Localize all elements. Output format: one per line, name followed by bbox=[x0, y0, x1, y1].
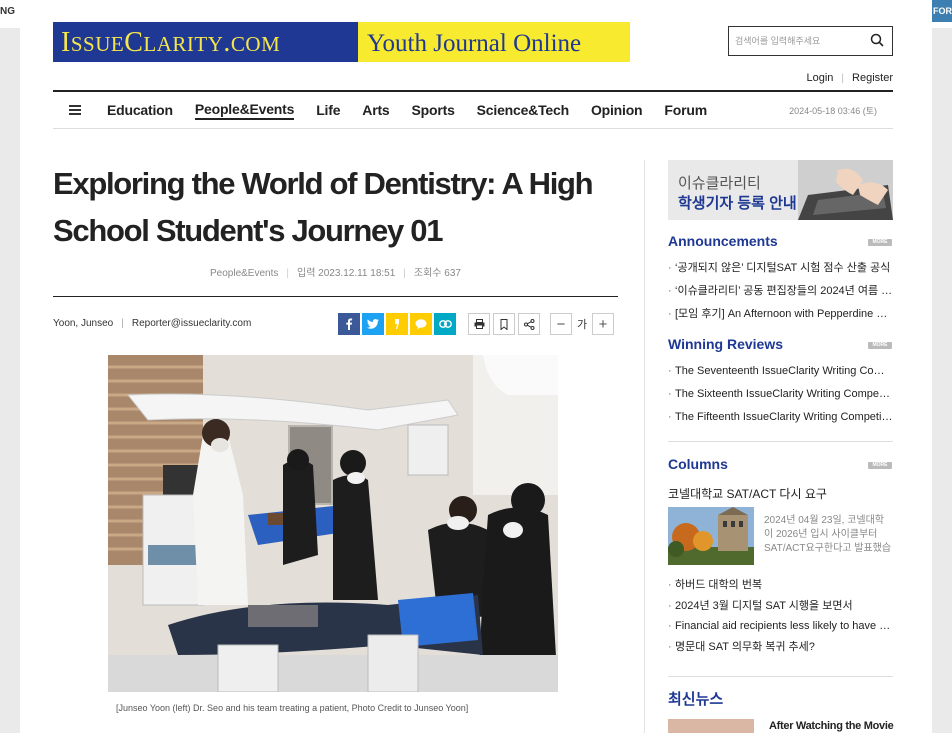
list-item[interactable]: The Fifteenth IssueClarity Writing Compe… bbox=[668, 406, 893, 429]
share-buttons bbox=[338, 313, 458, 335]
article-views: 조회수 637 bbox=[413, 268, 461, 279]
cropped-right-button[interactable]: FOR bbox=[932, 0, 952, 22]
minus-icon: − bbox=[556, 315, 566, 333]
news-thumbnail[interactable] bbox=[668, 719, 754, 733]
print-icon bbox=[474, 319, 484, 329]
sidebar-divider bbox=[644, 160, 645, 733]
list-item[interactable]: Financial aid recipients less likely to … bbox=[668, 616, 893, 637]
main-nav: Education People&Events Life Arts Sports… bbox=[53, 92, 893, 128]
share-more-button[interactable] bbox=[518, 313, 540, 335]
bookmark-button[interactable] bbox=[493, 313, 515, 335]
facebook-share-button[interactable] bbox=[338, 313, 360, 335]
font-decrease-button[interactable]: − bbox=[550, 313, 572, 335]
list-item[interactable]: [모임 후기] An Afternoon with Pepperdine Uni… bbox=[668, 303, 893, 326]
bookmark-icon bbox=[500, 318, 508, 330]
reporter-registration-banner[interactable]: 이슈클라리티 학생기자 등록 안내 bbox=[668, 160, 893, 220]
article-category[interactable]: People&Events bbox=[210, 268, 278, 279]
nav-item-science-tech[interactable]: Science&Tech bbox=[477, 102, 569, 118]
search-box bbox=[728, 26, 893, 56]
link-share-button[interactable] bbox=[434, 313, 456, 335]
reviews-more-button[interactable]: MORE bbox=[868, 342, 892, 349]
article-title: Exploring the World of Dentistry: A High… bbox=[53, 166, 594, 248]
author-email[interactable]: Reporter@issueclarity.com bbox=[132, 318, 251, 329]
list-item[interactable]: 명문대 SAT 의무화 복귀 추세? bbox=[668, 637, 893, 658]
login-link[interactable]: Login bbox=[807, 72, 834, 84]
plus-icon: + bbox=[598, 315, 608, 333]
font-size-label: 가 bbox=[576, 319, 588, 331]
logo-main-text: ISSUECLARITY.COM bbox=[53, 22, 358, 62]
kakaotalk-icon bbox=[415, 318, 427, 329]
article-date: 입력 2023.12.11 18:51 bbox=[297, 268, 396, 279]
column-thumbnail[interactable] bbox=[668, 507, 754, 565]
columns-title[interactable]: Columns bbox=[668, 456, 728, 472]
menu-icon[interactable] bbox=[69, 105, 81, 115]
font-increase-button[interactable]: + bbox=[592, 313, 614, 335]
list-item[interactable]: 2024년 3월 디지털 SAT 시행을 보면서 bbox=[668, 596, 893, 617]
article-photo bbox=[108, 355, 558, 692]
author-name: Yoon, Junseo bbox=[53, 318, 114, 329]
announcements-list: ‘공개되지 않은’ 디지털SAT 시험 점수 산출 공식 ‘이슈클라리티’ 공동… bbox=[668, 257, 893, 326]
kakaostory-icon bbox=[395, 319, 399, 329]
kakaostory-share-button[interactable] bbox=[386, 313, 408, 335]
column-headline[interactable]: 코넬대학교 SAT/ACT 다시 요구 bbox=[668, 485, 827, 502]
reviews-list: The Seventeenth IssueClarity Writing Com… bbox=[668, 360, 893, 429]
search-input[interactable] bbox=[729, 27, 859, 55]
nav-item-people-events[interactable]: People&Events bbox=[194, 101, 294, 120]
outer-background-right bbox=[932, 28, 952, 733]
section-divider bbox=[668, 676, 893, 677]
laptop-illustration bbox=[798, 160, 893, 220]
outer-background-left bbox=[0, 28, 20, 733]
kakaotalk-share-button[interactable] bbox=[410, 313, 432, 335]
nav-item-education[interactable]: Education bbox=[107, 102, 173, 118]
logo-sub-text: Youth Journal Online bbox=[358, 22, 630, 62]
list-item[interactable]: ‘공개되지 않은’ 디지털SAT 시험 점수 산출 공식 bbox=[668, 257, 893, 280]
page: ISSUECLARITY.COM Youth Journal Online Lo… bbox=[20, 0, 932, 733]
announcements-more-button[interactable]: MORE bbox=[868, 239, 892, 246]
announcements-title[interactable]: Announcements bbox=[668, 233, 778, 249]
list-item[interactable]: The Sixteenth IssueClarity Writing Compe… bbox=[668, 383, 893, 406]
latest-news-title[interactable]: 최신뉴스 bbox=[668, 688, 723, 709]
news-headline[interactable]: After Watching the Movie bbox=[769, 720, 894, 732]
nav-item-arts[interactable]: Arts bbox=[362, 102, 389, 118]
list-item[interactable]: 하버드 대학의 번복 bbox=[668, 575, 893, 596]
auth-separator: | bbox=[841, 72, 845, 84]
current-date: 2024-05-18 03:46 (토) bbox=[789, 106, 877, 116]
banner-line-2: 학생기자 등록 안내 bbox=[678, 195, 797, 212]
share-icon bbox=[523, 318, 534, 330]
twitter-icon bbox=[367, 319, 379, 329]
article-tools bbox=[468, 313, 543, 335]
list-item[interactable]: ‘이슈클라리티’ 공동 편집장들의 2024년 여름 활동 계획 bbox=[668, 280, 893, 303]
site-logo[interactable]: ISSUECLARITY.COM Youth Journal Online bbox=[53, 22, 630, 62]
auth-links: Login | Register bbox=[807, 72, 894, 84]
cropped-left-text: NG bbox=[0, 6, 15, 17]
list-item[interactable]: The Seventeenth IssueClarity Writing Com… bbox=[668, 360, 893, 383]
register-link[interactable]: Register bbox=[852, 72, 893, 84]
nav-item-sports[interactable]: Sports bbox=[412, 102, 455, 118]
columns-list: 하버드 대학의 번복 2024년 3월 디지털 SAT 시행을 보면서 Fina… bbox=[668, 575, 893, 657]
byline: Yoon, Junseo | Reporter@issueclarity.com bbox=[53, 318, 252, 329]
print-button[interactable] bbox=[468, 313, 490, 335]
link-icon bbox=[438, 320, 452, 328]
facebook-icon bbox=[346, 318, 353, 330]
photo-caption: [Junseo Yoon (left) Dr. Seo and his team… bbox=[116, 703, 469, 713]
column-summary: 2024년 04월 23일, 코넬대학이 2026년 입시 사이클부터 SAT/… bbox=[764, 515, 892, 554]
nav-item-forum[interactable]: Forum bbox=[664, 102, 707, 118]
nav-item-life[interactable]: Life bbox=[316, 102, 340, 118]
nav-item-opinion[interactable]: Opinion bbox=[591, 102, 643, 118]
font-size-control: − 가 + bbox=[550, 313, 614, 335]
banner-line-1: 이슈클라리티 bbox=[678, 175, 761, 192]
article-header-rule bbox=[53, 296, 618, 297]
winning-reviews-title[interactable]: Winning Reviews bbox=[668, 336, 783, 352]
article-meta: People&Events | 입력 2023.12.11 18:51 | 조회수 63… bbox=[210, 268, 461, 279]
columns-more-button[interactable]: MORE bbox=[868, 462, 892, 469]
section-divider bbox=[668, 441, 893, 442]
nav-bottom-rule bbox=[53, 128, 893, 129]
search-icon[interactable] bbox=[870, 33, 884, 47]
twitter-share-button[interactable] bbox=[362, 313, 384, 335]
